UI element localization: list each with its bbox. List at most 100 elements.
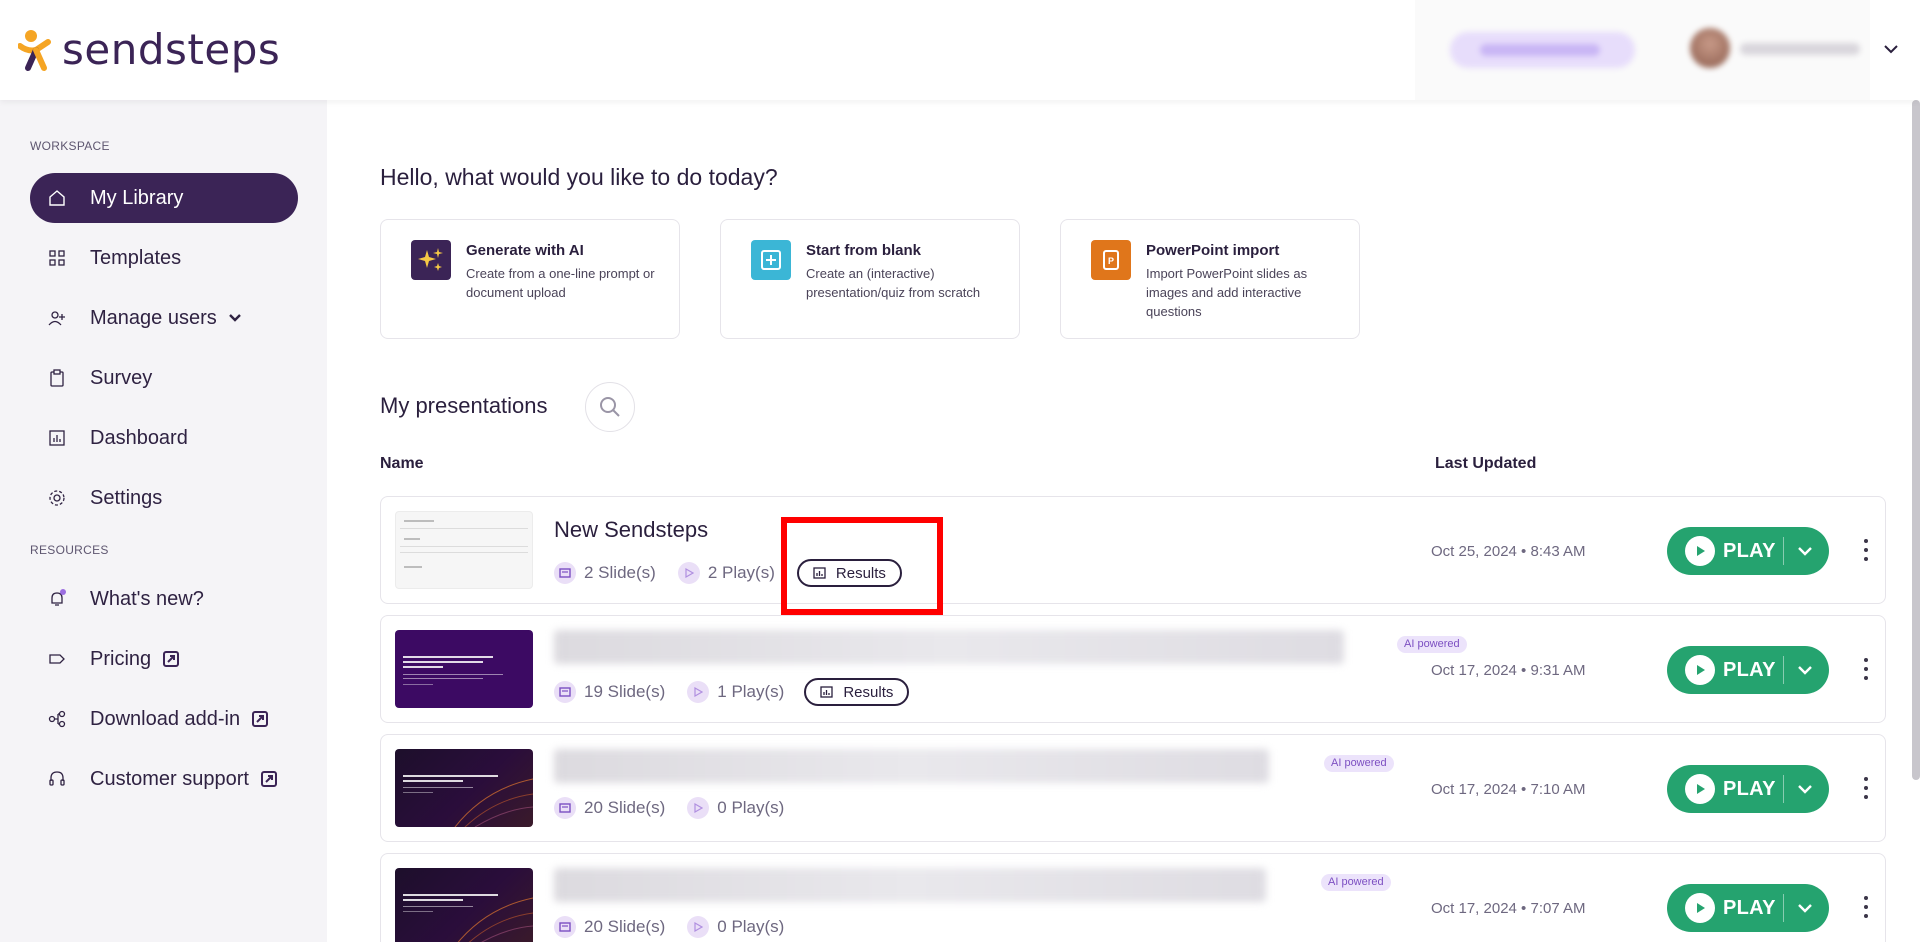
page-title: Hello, what would you like to do today? xyxy=(380,164,778,190)
presentation-thumbnail xyxy=(395,749,533,827)
play-icon xyxy=(1685,893,1715,923)
external-link-icon xyxy=(252,711,269,727)
bell-icon xyxy=(51,589,66,606)
sidebar-item-label: Customer support xyxy=(90,767,249,790)
presentation-thumbnail xyxy=(395,868,533,942)
sidebar: WORKSPACE My Library Templates Manage us… xyxy=(0,100,327,942)
avatar[interactable] xyxy=(1690,28,1730,68)
plus-square-icon xyxy=(751,240,791,280)
chart-icon xyxy=(49,430,65,446)
chevron-down-icon xyxy=(228,314,241,322)
presentation-title[interactable] xyxy=(554,630,1344,664)
card-description: Create from a one-line prompt or documen… xyxy=(466,266,655,300)
presentation-row[interactable]: AI powered 20 Slide(s) 0 Play(s) Oct 17,… xyxy=(380,734,1886,842)
presentation-meta: 20 Slide(s) 0 Play(s) xyxy=(554,797,784,819)
clipboard-icon xyxy=(50,369,64,387)
sidebar-item-survey[interactable]: Survey xyxy=(30,353,298,403)
section-title: My presentations xyxy=(380,393,548,418)
play-count-icon xyxy=(687,797,710,819)
sidebar-item-download-add-in[interactable]: Download add-in xyxy=(30,694,298,744)
presentation-thumbnail xyxy=(395,511,533,589)
play-button[interactable]: PLAY xyxy=(1667,884,1829,932)
sidebar-item-customer-support[interactable]: Customer support xyxy=(30,754,298,804)
sidebar-item-label: What's new? xyxy=(90,587,204,610)
card-title: Generate with AI xyxy=(466,242,584,259)
presentation-title[interactable]: New Sendsteps xyxy=(554,517,708,543)
presentation-row[interactable]: New Sendsteps 2 Slide(s) 2 Play(s) Resul… xyxy=(380,496,1886,604)
ai-powered-badge: AI powered xyxy=(1397,636,1467,653)
card-description: Create an (interactive) presentation/qui… xyxy=(806,266,981,300)
sidebar-item-label: Manage users xyxy=(90,306,217,329)
sidebar-item-label: Survey xyxy=(90,366,153,389)
card-title: PowerPoint import xyxy=(1146,242,1280,259)
logo-text: sendsteps xyxy=(62,25,281,74)
more-options-icon[interactable] xyxy=(1859,773,1873,803)
chevron-down-icon[interactable] xyxy=(1880,38,1902,60)
card-description: Import PowerPoint slides as images and a… xyxy=(1146,266,1308,319)
start-from-blank-card[interactable]: Start from blank Create an (interactive)… xyxy=(720,219,1020,339)
card-title: Start from blank xyxy=(806,242,922,259)
sidebar-item-my-library[interactable]: My Library xyxy=(30,173,298,223)
home-icon xyxy=(49,190,65,206)
slide-count: 20 Slide(s) xyxy=(584,917,666,936)
slide-count: 2 Slide(s) xyxy=(584,563,656,582)
play-count: 0 Play(s) xyxy=(717,798,785,817)
plugin-icon xyxy=(48,710,66,728)
chevron-down-icon[interactable] xyxy=(1793,660,1817,680)
presentation-title[interactable] xyxy=(554,868,1266,902)
resources-section-label: RESOURCES xyxy=(30,543,109,557)
search-icon xyxy=(600,397,620,417)
play-button[interactable]: PLAY xyxy=(1667,527,1829,575)
presentation-title[interactable] xyxy=(554,749,1269,783)
play-count: 0 Play(s) xyxy=(717,917,785,936)
results-button[interactable]: Results xyxy=(804,678,910,706)
sidebar-item-settings[interactable]: Settings xyxy=(30,473,298,523)
more-options-icon[interactable] xyxy=(1859,892,1873,922)
presentation-meta: 19 Slide(s) 1 Play(s) Results xyxy=(554,678,910,706)
sidebar-item-label: Settings xyxy=(90,486,163,509)
presentation-row[interactable]: AI powered 19 Slide(s) 1 Play(s) Results… xyxy=(380,615,1886,723)
sidebar-item-manage-users[interactable]: Manage users xyxy=(30,293,298,343)
chevron-down-icon[interactable] xyxy=(1793,779,1817,799)
slides-icon xyxy=(554,916,576,938)
sidebar-item-label: Dashboard xyxy=(90,426,188,449)
chevron-down-icon[interactable] xyxy=(1793,898,1817,918)
last-updated: Oct 17, 2024 • 7:10 AM xyxy=(1431,781,1586,798)
chevron-down-icon[interactable] xyxy=(1793,541,1817,561)
ai-powered-badge: AI powered xyxy=(1324,755,1394,772)
last-updated: Oct 17, 2024 • 9:31 AM xyxy=(1431,662,1586,679)
logo-mark-icon xyxy=(18,30,51,71)
slides-icon xyxy=(554,562,576,584)
sidebar-item-label: My Library xyxy=(90,186,184,209)
sidebar-item-whats-new[interactable]: What's new? xyxy=(30,574,298,624)
play-button[interactable]: PLAY xyxy=(1667,765,1829,813)
powerpoint-import-card[interactable]: P PowerPoint import Import PowerPoint sl… xyxy=(1060,219,1360,339)
play-button[interactable]: PLAY xyxy=(1667,646,1829,694)
sidebar-item-pricing[interactable]: Pricing xyxy=(30,634,298,684)
top-bar: sendsteps xyxy=(0,0,1920,100)
play-count-icon xyxy=(677,562,700,584)
sidebar-item-label: Pricing xyxy=(90,647,152,670)
search-button[interactable] xyxy=(585,382,635,432)
play-count: 2 Play(s) xyxy=(707,563,775,582)
sendsteps-logo[interactable]: sendsteps xyxy=(18,28,280,72)
sidebar-item-dashboard[interactable]: Dashboard xyxy=(30,413,298,463)
workspace-section-label: WORKSPACE xyxy=(30,139,110,153)
last-updated: Oct 17, 2024 • 7:07 AM xyxy=(1431,900,1586,917)
highlight-box xyxy=(781,517,943,615)
presentation-row[interactable]: AI powered 20 Slide(s) 0 Play(s) Oct 17,… xyxy=(380,853,1886,942)
more-options-icon[interactable] xyxy=(1859,535,1873,565)
presentation-meta: 20 Slide(s) 0 Play(s) xyxy=(554,916,784,938)
generate-with-ai-card[interactable]: Generate with AI Create from a one-line … xyxy=(380,219,680,339)
play-icon xyxy=(1685,774,1715,804)
presentation-thumbnail xyxy=(395,630,533,708)
scrollbar[interactable] xyxy=(1912,100,1920,780)
column-header-last-updated[interactable]: Last Updated xyxy=(1435,455,1536,473)
slides-icon xyxy=(554,681,576,703)
column-header-name[interactable]: Name xyxy=(380,455,424,473)
gear-icon xyxy=(49,490,65,506)
play-icon xyxy=(1685,536,1715,566)
upgrade-button[interactable] xyxy=(1450,32,1635,68)
sidebar-item-templates[interactable]: Templates xyxy=(30,233,298,283)
more-options-icon[interactable] xyxy=(1859,654,1873,684)
